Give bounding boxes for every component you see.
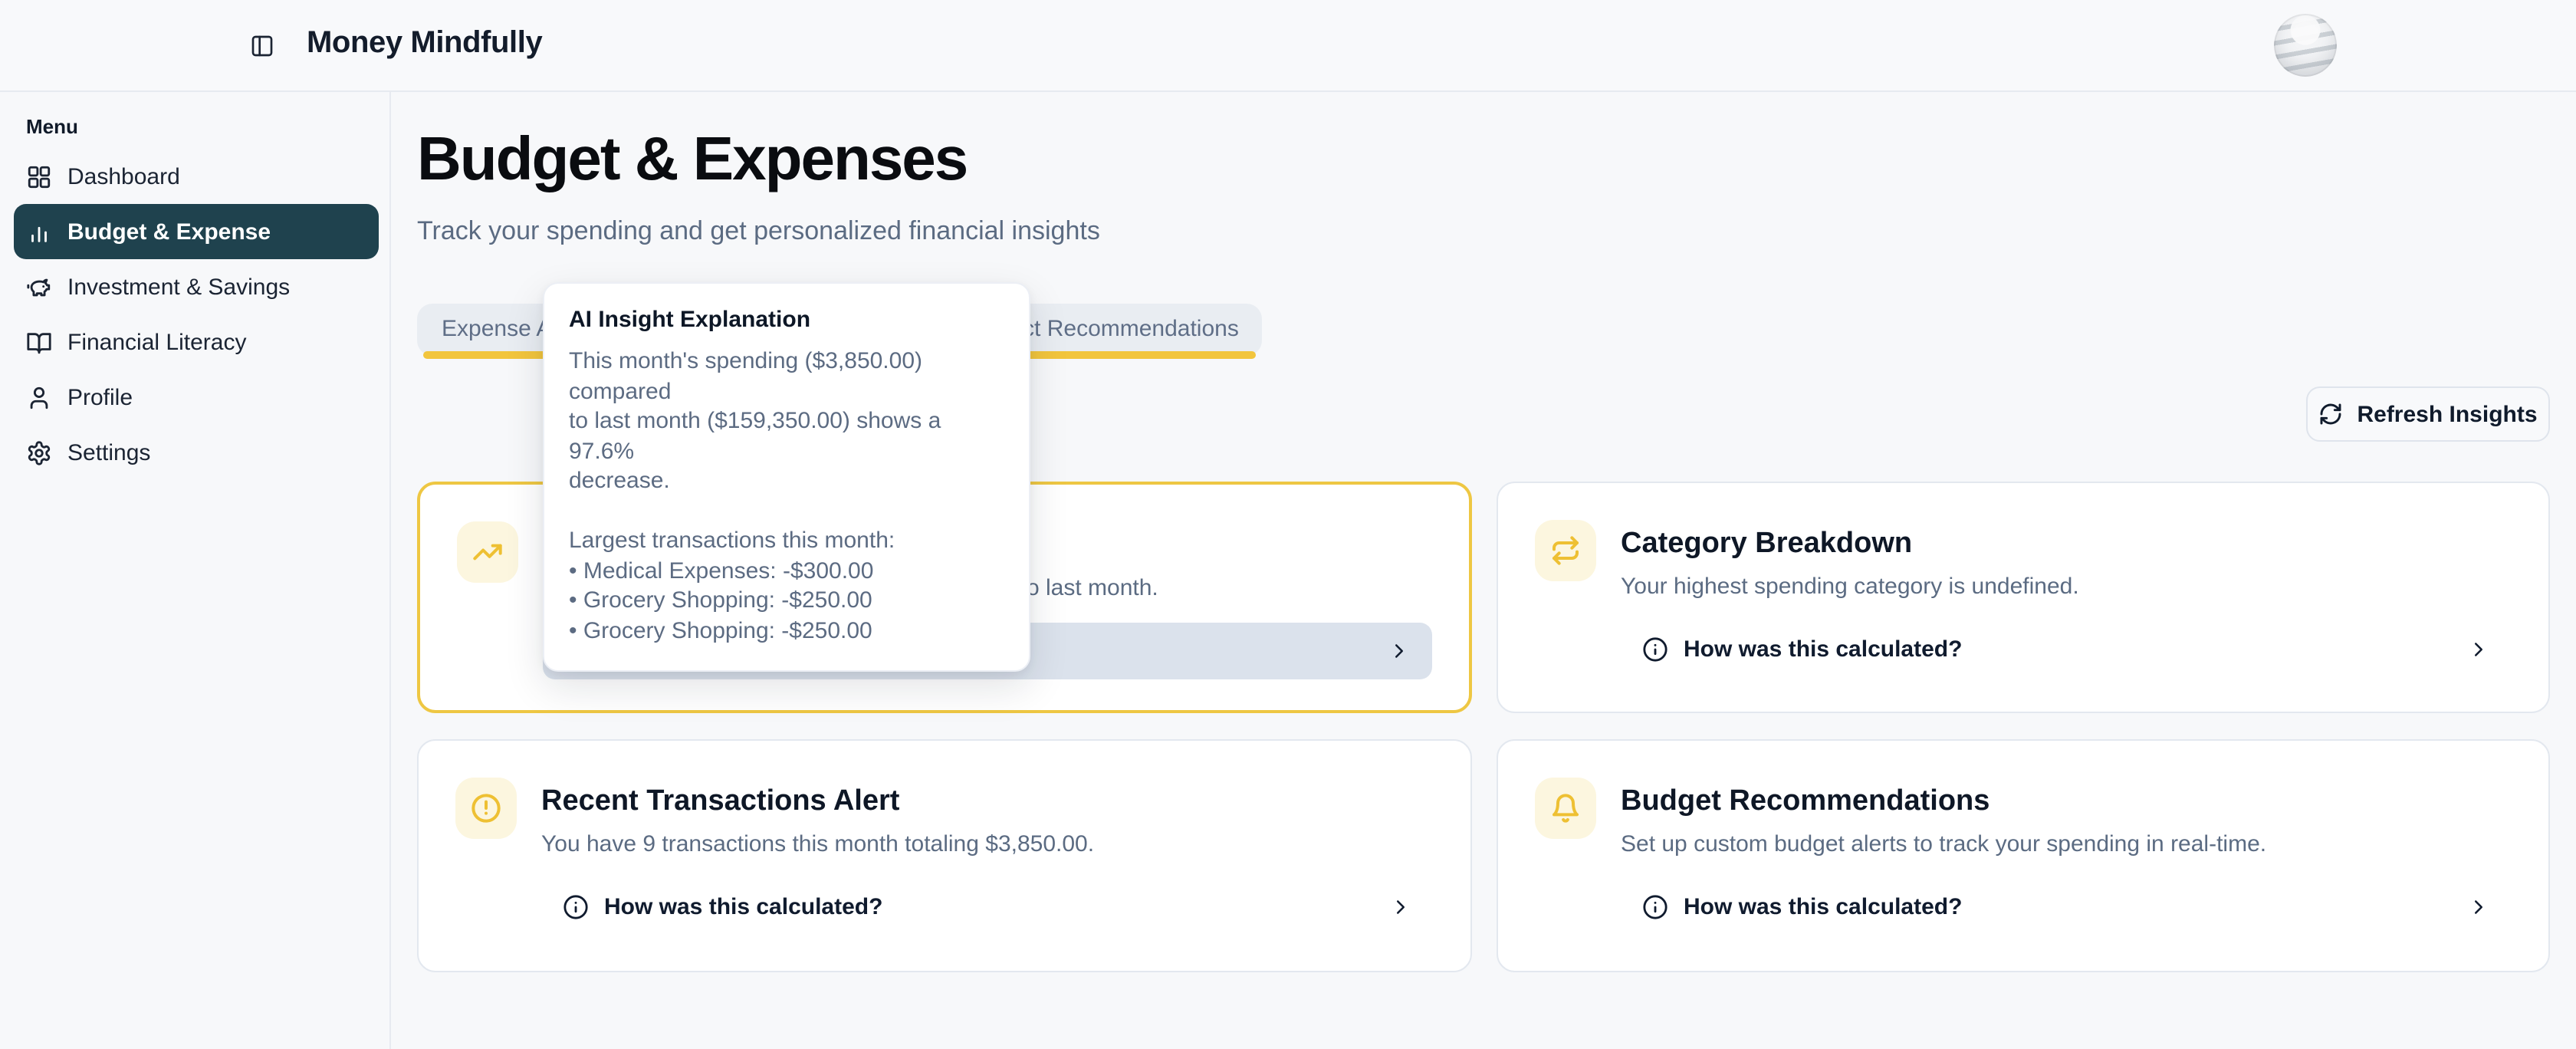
popover-title: AI Insight Explanation [569, 307, 1004, 333]
info-icon [563, 894, 589, 920]
repeat-icon [1550, 535, 1581, 566]
card-budget-recommendations: Budget Recommendations Set up custom bud… [1497, 739, 2550, 972]
bell-icon [1550, 793, 1581, 824]
how-calculated-label: How was this calculated? [604, 894, 882, 920]
popover-body: This month's spending ($3,850.00) compar… [569, 347, 1004, 646]
top-header: Money Mindfully [0, 0, 2576, 92]
card-title: Budget Recommendations [1621, 785, 1990, 819]
card-icon-tile [457, 521, 518, 583]
info-icon [1642, 636, 1668, 663]
sidebar-item-label: Profile [67, 384, 133, 410]
card-icon-tile [1535, 778, 1596, 839]
sidebar-item-label: Dashboard [67, 163, 180, 189]
sidebar-nav: Dashboard Budget & Expense Investment & … [0, 149, 391, 480]
info-icon [1642, 894, 1668, 920]
gear-icon [26, 439, 52, 465]
avatar[interactable] [2274, 14, 2337, 77]
sidebar-item-dashboard[interactable]: Dashboard [0, 149, 391, 204]
refresh-insights-label: Refresh Insights [2357, 401, 2537, 427]
card-icon-tile [455, 778, 517, 839]
sidebar-item-label: Investment & Savings [67, 274, 290, 300]
sidebar-item-label: Settings [67, 439, 150, 465]
how-calculated-row[interactable]: How was this calculated? [1621, 879, 2512, 936]
refresh-icon [2318, 402, 2343, 426]
card-subtitle: Set up custom budget alerts to track you… [1621, 831, 2266, 857]
card-title: Category Breakdown [1621, 528, 1912, 561]
chevron-right-icon [1388, 640, 1411, 663]
sidebar-item-budget-expense[interactable]: Budget & Expense [14, 204, 379, 259]
card-recent-transactions-alert: Recent Transactions Alert You have 9 tra… [417, 739, 1472, 972]
sidebar: Menu Dashboard Budget & Expense Investme… [0, 92, 391, 1049]
sidebar-item-label: Budget & Expense [67, 219, 271, 245]
how-calculated-label: How was this calculated? [1684, 894, 1962, 920]
card-subtitle: You have 9 transactions this month total… [541, 831, 1094, 857]
ai-insight-popover: AI Insight Explanation This month's spen… [543, 282, 1030, 672]
card-category-breakdown: Category Breakdown Your highest spending… [1497, 482, 2550, 713]
card-subtitle: Your highest spending category is undefi… [1621, 574, 2079, 600]
book-open-icon [26, 329, 52, 355]
refresh-insights-button[interactable]: Refresh Insights [2306, 386, 2550, 442]
sidebar-toggle-button[interactable] [250, 34, 274, 58]
app-root: Money Mindfully Menu Dashboard Budget & … [0, 0, 2576, 1049]
sidebar-item-label: Financial Literacy [67, 329, 246, 355]
trending-up-icon [472, 537, 503, 567]
page-subtitle: Track your spending and get personalized… [417, 216, 1100, 247]
sidebar-item-settings[interactable]: Settings [0, 425, 391, 480]
sidebar-item-profile[interactable]: Profile [0, 370, 391, 425]
page-title: Budget & Expenses [417, 126, 967, 193]
app-title: Money Mindfully [307, 26, 542, 61]
dashboard-grid-icon [26, 163, 52, 189]
card-title: Recent Transactions Alert [541, 785, 899, 819]
chevron-right-icon [2467, 638, 2490, 661]
alert-circle-icon [471, 793, 501, 824]
sidebar-item-financial-literacy[interactable]: Financial Literacy [0, 314, 391, 370]
main-content: Budget & Expenses Track your spending an… [391, 92, 2576, 1049]
how-calculated-label: How was this calculated? [1684, 636, 1962, 663]
how-calculated-row[interactable]: How was this calculated? [1621, 621, 2512, 678]
card-icon-tile [1535, 520, 1596, 581]
how-calculated-row[interactable]: How was this calculated? [541, 879, 1434, 936]
panel-left-icon [250, 34, 274, 58]
bar-chart-icon [26, 219, 52, 245]
chevron-right-icon [2467, 896, 2490, 919]
user-icon [26, 384, 52, 410]
chevron-right-icon [1389, 896, 1412, 919]
sidebar-menu-label: Menu [26, 115, 78, 138]
sidebar-item-investment-savings[interactable]: Investment & Savings [0, 259, 391, 314]
piggy-bank-icon [26, 274, 52, 300]
